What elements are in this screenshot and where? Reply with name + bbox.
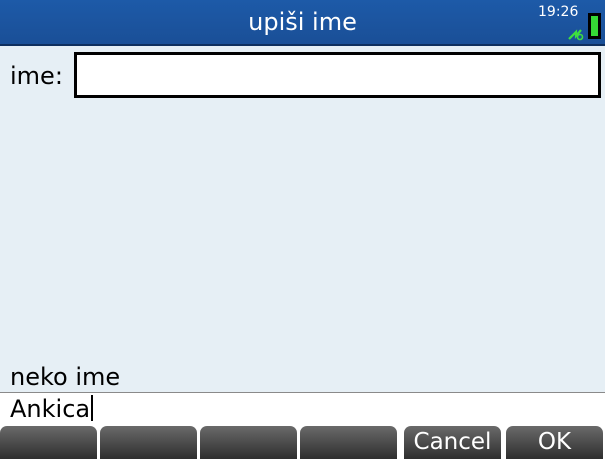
name-field-label: ime: [10, 62, 63, 90]
softkey-2[interactable] [100, 426, 197, 459]
charging-icon [568, 29, 584, 41]
window-title: upiši ime [248, 8, 357, 36]
softkey-menu: Cancel OK [0, 424, 605, 459]
softkey-4[interactable] [300, 426, 397, 459]
softkey-1[interactable] [0, 426, 97, 459]
help-text: neko ime [10, 363, 121, 391]
name-input[interactable] [74, 52, 601, 98]
ok-button[interactable]: OK [506, 426, 603, 459]
edit-line-text: Ankica [10, 394, 94, 424]
battery-icon [588, 13, 601, 39]
edit-line-value: Ankica [10, 395, 91, 423]
text-cursor [91, 395, 94, 421]
cancel-button[interactable]: Cancel [404, 426, 501, 459]
softkey-3[interactable] [200, 426, 297, 459]
title-bar: upiši ime 19:26 [0, 0, 605, 46]
edit-line[interactable]: Ankica [0, 392, 605, 425]
clock: 19:26 [538, 4, 579, 20]
calculator-screen: upiši ime 19:26 ime: neko ime Ankica Can… [0, 0, 605, 459]
